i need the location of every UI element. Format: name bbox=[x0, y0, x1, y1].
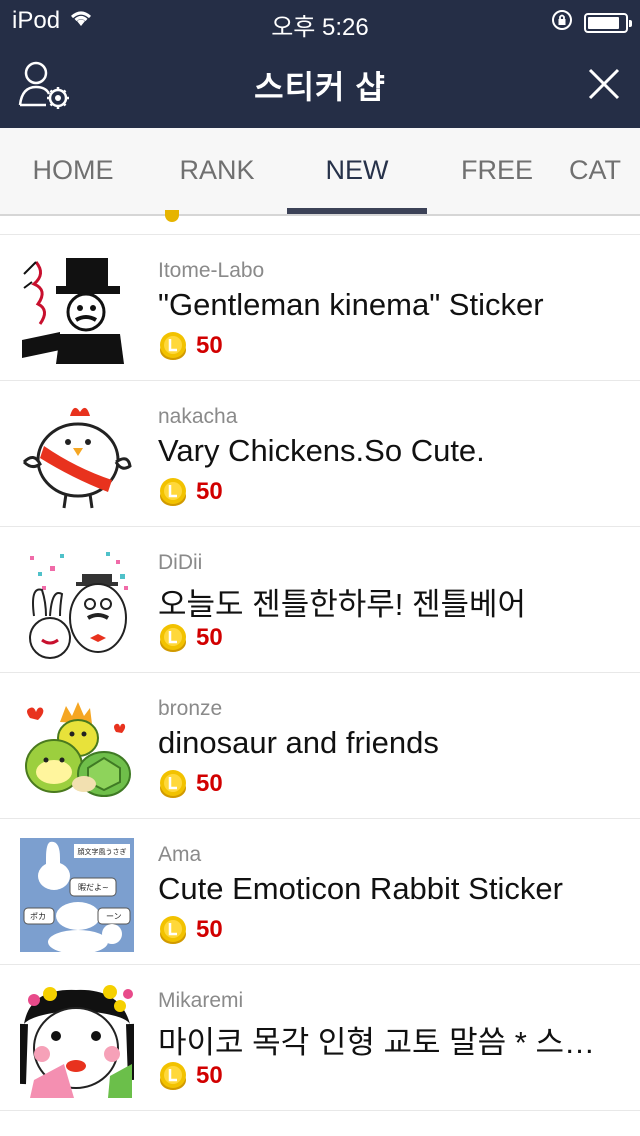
close-icon bbox=[587, 67, 621, 106]
list-item-partial bbox=[0, 210, 640, 235]
thumb-caption: 顔文字風うさぎ bbox=[78, 847, 127, 856]
rotation-lock-icon bbox=[550, 8, 574, 37]
price: 50 bbox=[158, 769, 223, 799]
price-value: 50 bbox=[196, 916, 223, 943]
sticker-list: Itome-Labo "Gentleman kinema" Sticker 50 bbox=[0, 210, 640, 1111]
status-time: 오후 5:26 bbox=[271, 14, 369, 41]
top-bar: iPod 오후 5:26 스티커 샵 bbox=[0, 0, 640, 128]
coin-icon bbox=[158, 623, 188, 653]
price: 50 bbox=[158, 623, 223, 653]
thumb-speech: 暇だよ~ bbox=[78, 883, 109, 892]
price: 50 bbox=[158, 331, 223, 361]
sticker-author: Ama bbox=[158, 843, 202, 866]
sticker-title: Cute Emoticon Rabbit Sticker bbox=[158, 871, 563, 906]
sticker-author: DiDii bbox=[158, 551, 203, 574]
list-item[interactable]: bronze dinosaur and friends 50 bbox=[0, 673, 640, 819]
battery-fill bbox=[588, 16, 619, 29]
tab-home[interactable]: HOME bbox=[3, 128, 143, 214]
thumb-speech: ーン bbox=[106, 912, 122, 921]
sticker-thumbnail: 顔文字風うさぎ 暇だよ~ ポカ ーン bbox=[20, 838, 134, 954]
battery-icon bbox=[584, 12, 632, 33]
list-item[interactable]: DiDii 오늘도 젠틀한하루! 젠틀베어 50 bbox=[0, 527, 640, 673]
coin-icon bbox=[158, 331, 188, 361]
sticker-title: "Gentleman kinema" Sticker bbox=[158, 287, 544, 322]
tab-rank[interactable]: RANK bbox=[147, 128, 287, 214]
tab-free[interactable]: FREE bbox=[427, 128, 567, 214]
price-value: 50 bbox=[196, 332, 223, 359]
sticker-title: Vary Chickens.So Cute. bbox=[158, 433, 485, 468]
coin-icon bbox=[158, 769, 188, 799]
price: 50 bbox=[158, 1061, 223, 1091]
list-item[interactable]: Itome-Labo "Gentleman kinema" Sticker 50 bbox=[0, 235, 640, 381]
price: 50 bbox=[158, 915, 223, 945]
page-title: 스티커 샵 bbox=[254, 69, 386, 105]
sticker-author: Mikaremi bbox=[158, 989, 244, 1012]
status-right bbox=[550, 8, 632, 37]
sticker-thumbnail bbox=[18, 984, 136, 1098]
price: 50 bbox=[158, 477, 223, 507]
coin-icon bbox=[165, 210, 179, 222]
sticker-author: Itome-Labo bbox=[158, 259, 265, 282]
close-button[interactable] bbox=[574, 56, 634, 116]
list-item[interactable]: Mikaremi 마이코 목각 인형 교토 말씀 * 스티커 50 bbox=[0, 965, 640, 1111]
price-value: 50 bbox=[196, 1062, 223, 1089]
price-value: 50 bbox=[196, 478, 223, 505]
list-item[interactable]: 顔文字風うさぎ 暇だよ~ ポカ ーン Ama Cute Emoticon Rab… bbox=[0, 819, 640, 965]
price-value: 50 bbox=[196, 770, 223, 797]
status-bar: iPod 오후 5:26 bbox=[0, 0, 640, 41]
category-tabs: HOME RANK NEW FREE CAT bbox=[0, 128, 640, 216]
list-item[interactable]: nakacha Vary Chickens.So Cute. 50 bbox=[0, 381, 640, 527]
tab-new[interactable]: NEW bbox=[287, 128, 427, 214]
tab-category[interactable]: CAT bbox=[569, 128, 640, 214]
sticker-author: nakacha bbox=[158, 405, 238, 428]
sticker-title: dinosaur and friends bbox=[158, 725, 439, 760]
coin-icon bbox=[158, 477, 188, 507]
thumb-speech: ポカ bbox=[30, 912, 46, 921]
coin-icon bbox=[158, 915, 188, 945]
sticker-thumbnail bbox=[20, 400, 134, 514]
sticker-title: 마이코 목각 인형 교토 말씀 * 스티커 bbox=[158, 1025, 618, 1060]
coin-icon bbox=[158, 1061, 188, 1091]
sticker-title: 오늘도 젠틀한하루! 젠틀베어 bbox=[158, 587, 527, 622]
sticker-thumbnail bbox=[20, 692, 134, 806]
sticker-author: bronze bbox=[158, 697, 223, 720]
sticker-thumbnail bbox=[20, 546, 134, 660]
active-tab-indicator bbox=[287, 208, 427, 214]
price-value: 50 bbox=[196, 624, 223, 651]
sticker-thumbnail bbox=[20, 254, 134, 368]
